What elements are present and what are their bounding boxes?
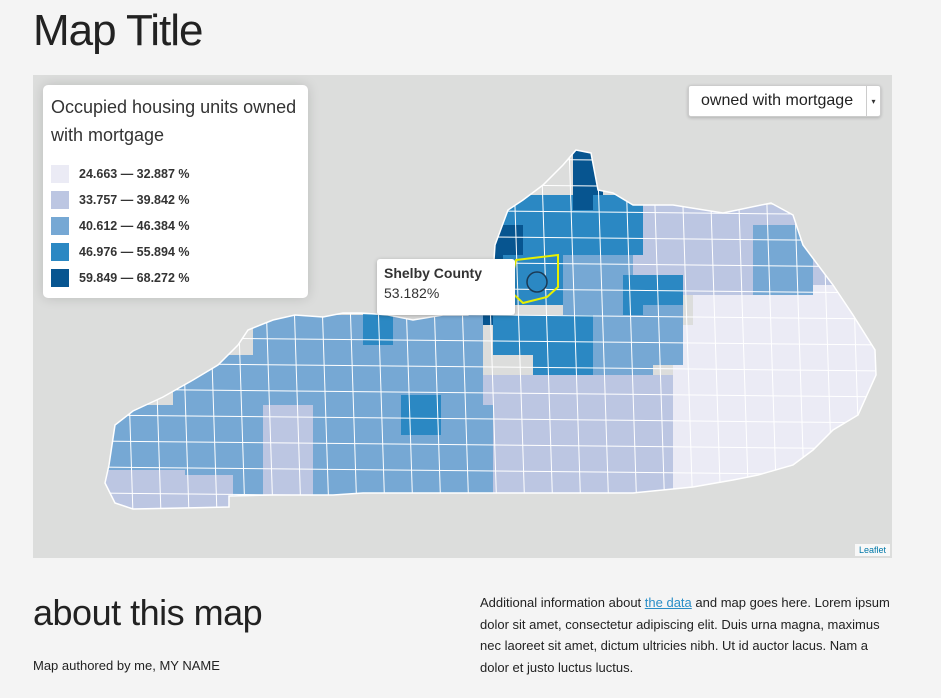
legend-swatch	[51, 269, 69, 287]
attribute-select[interactable]: owned with mortgage ▾	[688, 85, 881, 117]
legend-item: 24.663 — 32.887 %	[51, 161, 300, 187]
county-region[interactable]	[493, 315, 533, 355]
data-link[interactable]: the data	[645, 595, 692, 610]
legend-label: 59.849 — 68.272 %	[79, 271, 190, 285]
legend-swatch	[51, 217, 69, 235]
legend-swatch	[51, 243, 69, 261]
county-region[interactable]	[183, 475, 233, 510]
county-region[interactable]	[573, 375, 673, 495]
legend-list: 24.663 — 32.887 % 33.757 — 39.842 % 40.6…	[51, 161, 300, 291]
county-region[interactable]	[643, 305, 683, 365]
legend-item: 33.757 — 39.842 %	[51, 187, 300, 213]
tooltip-county-name: Shelby County	[384, 265, 483, 281]
legend-swatch	[51, 191, 69, 209]
legend-label: 33.757 — 39.842 %	[79, 193, 190, 207]
county-border	[877, 145, 889, 515]
select-value[interactable]: owned with mortgage	[689, 92, 866, 110]
map-container[interactable]: Occupied housing units owned with mortga…	[33, 75, 892, 558]
legend-label: 46.976 — 55.894 %	[79, 245, 190, 259]
info-paragraph: Additional information about the data an…	[480, 592, 890, 678]
info-text-before: Additional information about	[480, 595, 645, 610]
tooltip-value: 53.182%	[384, 285, 440, 301]
county-region[interactable]	[401, 395, 441, 435]
author-line: Map authored by me, MY NAME	[33, 658, 220, 673]
county-region[interactable]	[673, 325, 892, 505]
county-region[interactable]	[753, 225, 813, 295]
leaflet-attribution[interactable]: Leaflet	[854, 544, 890, 556]
page-title: Map Title	[33, 6, 204, 55]
caret-down-icon[interactable]: ▾	[866, 86, 880, 116]
legend-swatch	[51, 165, 69, 183]
legend-label: 40.612 — 46.384 %	[79, 219, 190, 233]
about-heading: about this map	[33, 592, 263, 633]
county-tooltip: Shelby County 53.182%	[377, 259, 515, 315]
county-region[interactable]	[533, 315, 603, 375]
legend-label: 24.663 — 32.887 %	[79, 167, 190, 181]
cursor-hand-icon	[526, 271, 548, 293]
legend-title: Occupied housing units owned with mortga…	[51, 97, 297, 145]
legend: Occupied housing units owned with mortga…	[43, 85, 308, 298]
legend-item: 46.976 — 55.894 %	[51, 239, 300, 265]
legend-item: 59.849 — 68.272 %	[51, 265, 300, 291]
legend-item: 40.612 — 46.384 %	[51, 213, 300, 239]
